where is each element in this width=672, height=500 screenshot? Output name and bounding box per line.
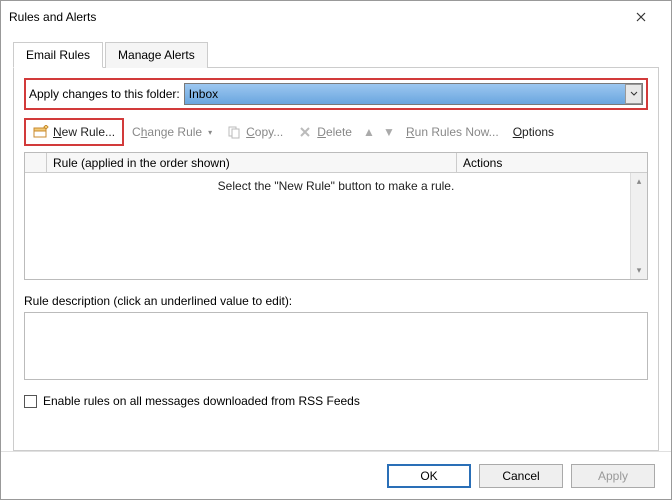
new-rule-highlight: New Rule... (24, 118, 124, 146)
options-button[interactable]: Options (507, 122, 560, 142)
move-up-button: ▲ (360, 125, 378, 139)
rule-description-box[interactable] (24, 312, 648, 380)
delete-icon (297, 124, 313, 140)
rule-description-label: Rule description (click an underlined va… (24, 294, 648, 308)
new-rule-label-rest: ew Rule... (62, 125, 115, 139)
scrollbar[interactable]: ▴ ▾ (630, 173, 647, 279)
chevron-down-icon: ▾ (208, 128, 212, 137)
column-rule[interactable]: Rule (applied in the order shown) (47, 153, 457, 172)
tab-manage-alerts[interactable]: Manage Alerts (105, 42, 208, 68)
dialog-content: Email Rules Manage Alerts Apply changes … (1, 33, 671, 451)
folder-dropdown-value: Inbox (189, 87, 218, 101)
rules-list: Rule (applied in the order shown) Action… (24, 152, 648, 280)
ok-button[interactable]: OK (387, 464, 471, 488)
column-actions[interactable]: Actions (457, 153, 647, 172)
tab-panel-email-rules: Apply changes to this folder: Inbox New … (13, 68, 659, 451)
titlebar: Rules and Alerts (1, 1, 671, 33)
run-rules-now-button: Run Rules Now... (400, 122, 505, 142)
tabstrip: Email Rules Manage Alerts (13, 41, 659, 68)
folder-selector-row: Apply changes to this folder: Inbox (24, 78, 648, 110)
tab-email-rules[interactable]: Email Rules (13, 42, 103, 68)
empty-list-message: Select the "New Rule" button to make a r… (218, 179, 455, 193)
rules-list-header: Rule (applied in the order shown) Action… (25, 153, 647, 173)
scroll-up-icon: ▴ (631, 173, 647, 190)
apply-button: Apply (571, 464, 655, 488)
rss-checkbox[interactable] (24, 395, 37, 408)
chevron-down-icon (625, 84, 642, 104)
folder-label: Apply changes to this folder: (29, 87, 180, 101)
delete-button: Delete (291, 121, 358, 143)
move-down-button: ▼ (380, 125, 398, 139)
rules-list-body: Select the "New Rule" button to make a r… (25, 173, 647, 279)
new-rule-button[interactable]: New Rule... (27, 121, 121, 143)
toolbar: New Rule... Change Rule▾ Copy... (24, 118, 648, 146)
folder-dropdown[interactable]: Inbox (184, 83, 643, 105)
rss-checkbox-row: Enable rules on all messages downloaded … (24, 394, 648, 408)
copy-icon (226, 124, 242, 140)
cancel-button[interactable]: Cancel (479, 464, 563, 488)
rules-and-alerts-dialog: Rules and Alerts Email Rules Manage Aler… (0, 0, 672, 500)
dialog-footer: OK Cancel Apply (1, 451, 671, 499)
column-checkbox[interactable] (25, 153, 47, 172)
close-icon (636, 12, 646, 22)
scroll-down-icon: ▾ (631, 262, 647, 279)
new-rule-icon (33, 124, 49, 140)
change-rule-button: Change Rule▾ (126, 122, 218, 142)
rss-checkbox-label: Enable rules on all messages downloaded … (43, 394, 360, 408)
window-title: Rules and Alerts (9, 10, 619, 24)
copy-button: Copy... (220, 121, 289, 143)
close-button[interactable] (619, 2, 663, 32)
